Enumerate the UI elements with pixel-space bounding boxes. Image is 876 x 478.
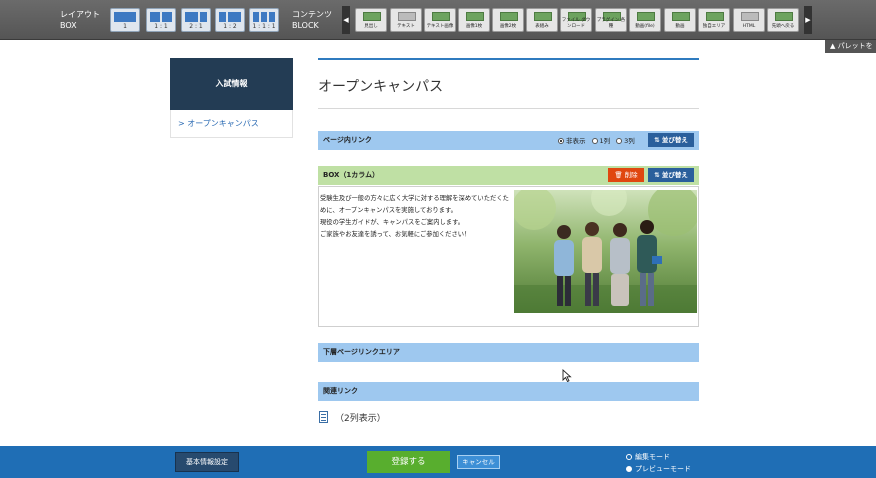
- text-icon: [398, 12, 416, 21]
- sidebar-heading: 入試情報: [170, 58, 293, 110]
- basic-settings-button[interactable]: 基本情報設定: [175, 452, 239, 472]
- custom-area-icon: [706, 12, 724, 21]
- box-text[interactable]: 受験生及び一般の方々に広く大学に対する理解を深めていただくために、オープンキャン…: [320, 193, 510, 241]
- radio-icon: [626, 454, 632, 460]
- sidebar-item-open-campus[interactable]: > オープンキャンパス: [170, 110, 293, 138]
- palette-toggle-button[interactable]: ▲ パレットを: [825, 40, 876, 53]
- radio-checked-icon: [558, 138, 564, 144]
- html-icon: [741, 12, 759, 21]
- layout-1-2-button[interactable]: 1 : 2: [215, 8, 245, 32]
- block-file-download-button[interactable]: ファイル ダウンロード: [560, 8, 592, 32]
- block-image1-button[interactable]: 画像1枚: [458, 8, 490, 32]
- mode-preview-label: プレビューモード: [635, 465, 691, 473]
- image-icon: [466, 12, 484, 21]
- palette-scroll-right-button[interactable]: ▶: [804, 6, 812, 34]
- page-title: オープンキャンパス: [318, 79, 444, 95]
- students-photo: [514, 190, 697, 313]
- related-link-label: 関連リンク: [323, 387, 358, 395]
- mouse-cursor-icon: [562, 369, 572, 382]
- block-text-image-button[interactable]: テキスト画像: [424, 8, 456, 32]
- block-button-label: テキスト画像: [426, 24, 454, 29]
- radio-1col[interactable]: 1列: [591, 135, 611, 145]
- block-custom-area-button[interactable]: 独自エリア: [698, 8, 730, 32]
- editor-toolbar: レイアウト BOX 1 1 : 1 2 : 1 1 : 2 1 : 1 : 1 …: [0, 0, 876, 40]
- contents-group-label: コンテンツ BLOCK: [292, 9, 332, 31]
- block-text-button[interactable]: テキスト: [390, 8, 422, 32]
- text-image-icon: [432, 12, 450, 21]
- block-video-button[interactable]: 動画: [664, 8, 696, 32]
- radio-3col-label: 3列: [624, 137, 635, 145]
- video-icon: [672, 12, 690, 21]
- block-button-label: 表組み: [535, 24, 549, 29]
- radio-hide-label: 非表示: [566, 137, 586, 145]
- video-file-icon: [637, 12, 655, 21]
- related-link-bar: 関連リンク: [318, 382, 699, 401]
- images-icon: [500, 12, 518, 21]
- layout-label: レイアウト: [60, 10, 100, 19]
- block-button-label: テキスト: [397, 24, 415, 29]
- mode-edit[interactable]: 編集モード: [626, 452, 670, 462]
- cancel-button[interactable]: キャンセル: [457, 455, 500, 469]
- students-photo-illustration: [514, 190, 697, 313]
- delete-button[interactable]: 🗑 削除: [608, 168, 644, 182]
- document-icon[interactable]: [319, 411, 328, 423]
- page-link-display-radios: 非表示 1列 3列: [558, 135, 635, 145]
- layout-2-1-button[interactable]: 2 : 1: [181, 8, 211, 32]
- page-link-bar: ページ内リンク: [318, 131, 699, 150]
- radio-checked-icon: [626, 466, 632, 472]
- title-top-divider: [318, 58, 699, 60]
- layout-group-label: レイアウト BOX: [60, 9, 100, 31]
- block-button-label: 画像2枚: [499, 24, 517, 29]
- block-button-label: 動画: [675, 24, 685, 29]
- related-link-display[interactable]: （2列表示）: [335, 411, 386, 424]
- lower-page-link-label: 下層ページリンクエリア: [323, 348, 400, 356]
- layout-button-label: 1 : 1: [154, 23, 168, 30]
- title-divider: [318, 108, 699, 109]
- radio-icon: [616, 138, 623, 144]
- layout-1col-button[interactable]: 1: [110, 8, 140, 32]
- contents-sub-label: BLOCK: [292, 21, 319, 30]
- contents-label: コンテンツ: [292, 10, 332, 19]
- box-title: BOX（1カラム）: [323, 171, 380, 179]
- block-button-label: 先頭へ戻る: [771, 24, 795, 29]
- block-video-file-button[interactable]: 動画(file): [629, 8, 661, 32]
- block-html-button[interactable]: HTML: [733, 8, 765, 32]
- layout-button-label: 1 : 1 : 1: [252, 23, 276, 30]
- block-heading-button[interactable]: 見出し: [355, 8, 387, 32]
- layout-sub-label: BOX: [60, 21, 77, 30]
- block-button-label: ファイル ダウンロード: [561, 18, 591, 29]
- radio-hide[interactable]: 非表示: [558, 135, 586, 145]
- sort-button[interactable]: ⇅ 並び替え: [648, 133, 694, 147]
- block-button-label: プラグイン 各種: [596, 18, 626, 29]
- radio-icon: [591, 138, 598, 144]
- radio-1col-label: 1列: [599, 137, 611, 145]
- layout-1-1-1-button[interactable]: 1 : 1 : 1: [249, 8, 279, 32]
- block-button-label: HTML: [742, 24, 756, 29]
- heading-icon: [363, 12, 381, 21]
- block-button-label: 画像1枚: [465, 24, 483, 29]
- layout-button-label: 2 : 1: [189, 23, 203, 30]
- table-icon: [534, 12, 552, 21]
- block-button-label: 見出し: [364, 24, 378, 29]
- palette-scroll-left-button[interactable]: ◀: [342, 6, 350, 34]
- block-plugin-button[interactable]: プラグイン 各種: [595, 8, 627, 32]
- save-button[interactable]: 登録する: [367, 451, 450, 473]
- arrow-right-icon: ▶: [805, 16, 811, 24]
- lower-page-link-bar: 下層ページリンクエリア: [318, 343, 699, 362]
- block-image2-button[interactable]: 画像2枚: [492, 8, 524, 32]
- layout-button-label: 1 : 2: [223, 23, 237, 30]
- arrow-left-icon: ◀: [343, 16, 349, 24]
- layout-button-label: 1: [123, 23, 127, 30]
- mode-edit-label: 編集モード: [635, 453, 670, 461]
- page-link-label: ページ内リンク: [323, 136, 372, 144]
- block-button-label: 独自エリア: [702, 24, 726, 29]
- back-to-top-icon: [775, 12, 793, 21]
- box-sort-button[interactable]: ⇅ 並び替え: [648, 168, 694, 182]
- block-table-button[interactable]: 表組み: [526, 8, 558, 32]
- block-back-to-top-button[interactable]: 先頭へ戻る: [767, 8, 799, 32]
- layout-1-1-button[interactable]: 1 : 1: [146, 8, 176, 32]
- block-button-label: 動画(file): [635, 24, 655, 29]
- mode-preview[interactable]: プレビューモード: [626, 464, 691, 474]
- radio-3col[interactable]: 3列: [616, 135, 635, 145]
